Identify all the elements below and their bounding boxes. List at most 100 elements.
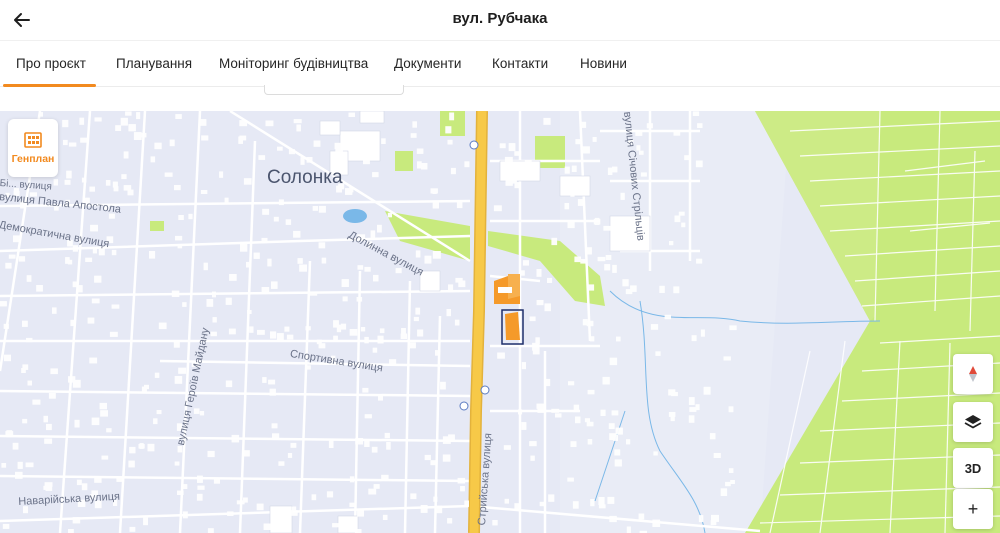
house-block [371,446,378,453]
house-block [378,394,383,401]
house-block [598,504,606,509]
house-block [626,526,631,533]
house-block [616,336,621,342]
house-block [564,203,570,210]
house-block [177,490,184,495]
house-block [212,317,217,323]
house-block [608,423,615,429]
house-block [92,248,97,254]
house-block [305,365,311,370]
house-block [81,177,87,183]
house-block [435,350,440,356]
house-block [335,147,343,153]
house-block [413,316,419,322]
house-block [63,139,68,146]
house-block [603,225,611,231]
house-block [150,156,156,163]
partial-input-field[interactable] [264,85,404,95]
house-block [605,255,612,260]
genplan-button[interactable]: Генплан [8,119,58,177]
house-block [384,432,390,439]
house-block [505,179,513,186]
house-block [123,185,132,191]
house-block [225,297,232,305]
house-block [87,317,95,324]
house-block [333,335,338,342]
house-block [342,296,348,302]
house-block [182,511,188,519]
house-block [590,499,595,507]
view-3d-button[interactable]: 3D [953,448,993,488]
house-block [630,285,637,292]
house-block [539,501,546,507]
house-block [123,151,129,159]
house-block [197,475,203,483]
house-block [94,117,102,122]
house-block [26,275,32,282]
house-block [604,264,611,271]
tab-construction-monitoring[interactable]: Моніторинг будівництва [219,56,368,71]
layers-button[interactable] [953,402,993,442]
house-block [626,439,631,445]
house-block [504,498,509,504]
compass-button[interactable] [953,354,993,394]
house-block [415,250,421,258]
house-block [175,235,183,241]
house-block [725,481,731,487]
house-block [340,323,347,330]
house-block [174,461,180,466]
tab-about-project[interactable]: Про проєкт [16,56,86,71]
house-block [287,453,293,458]
tab-news[interactable]: Новини [580,56,627,71]
house-block [373,274,379,282]
tab-documents[interactable]: Документи [394,56,461,71]
house-block [544,303,551,312]
house-block [356,297,363,302]
house-block [5,262,12,269]
house-block [181,484,188,489]
house-block [730,480,735,484]
house-block [696,258,703,264]
house-block [272,433,280,440]
map-view[interactable]: Солонка вулиця Павла Апостола Демократич… [0,111,1000,533]
house-block [182,302,187,307]
house-block [363,156,370,165]
house-block [258,155,266,160]
zoom-in-button[interactable]: + [953,489,993,529]
house-block [638,513,645,520]
house-block [212,291,216,298]
map-canvas[interactable] [0,111,1000,533]
house-block [316,339,322,345]
tab-contacts[interactable]: Контакти [492,56,548,71]
house-block [68,376,76,383]
house-block [650,324,659,330]
house-block [547,277,553,283]
house-block [620,192,625,200]
house-block [26,337,33,343]
house-block [52,307,57,314]
house-block [536,403,545,409]
house-block [514,182,520,189]
house-block [575,416,581,424]
house-block [698,515,704,523]
house-block [417,161,422,169]
house-block [450,167,456,175]
house-block [348,112,355,117]
house-block [27,380,32,386]
tab-planning[interactable]: Планування [116,56,192,71]
house-block [115,125,122,131]
house-block [270,331,277,339]
house-block [177,446,183,453]
house-block [586,284,595,291]
house-block [454,319,460,326]
house-block [70,319,75,327]
house-block [72,517,81,524]
house-block [293,119,302,124]
house-block [580,121,587,128]
house-block [710,520,717,526]
house-block [296,124,301,132]
house-block [573,404,580,413]
house-block [76,479,82,486]
house-block [382,514,388,520]
house-block [174,376,183,384]
